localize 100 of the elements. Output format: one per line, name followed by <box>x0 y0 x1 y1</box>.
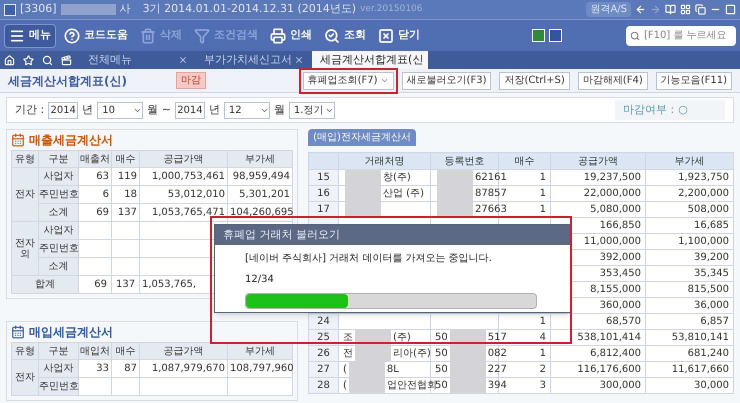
column-header: 공급가액 <box>140 150 228 168</box>
section-title: 매출세금계산서 <box>29 132 113 149</box>
calendar-icon <box>11 325 25 339</box>
table-cell: 1,053,765,471 <box>140 204 228 222</box>
star-icon[interactable] <box>23 54 34 66</box>
period-label: 기간 : <box>15 102 44 118</box>
grid-icon[interactable] <box>680 4 691 15</box>
header-button[interactable]: 새로불러오기(F3) <box>402 72 492 90</box>
row-label: 주민번호 <box>38 186 78 204</box>
text-fragment: ( <box>343 363 347 377</box>
year-field[interactable]: 2014 <box>174 102 205 118</box>
row-number: 28 <box>308 378 338 394</box>
close-icon[interactable] <box>294 55 304 65</box>
text-fragment: 62161 <box>475 171 507 185</box>
status-badge: 마감 <box>176 72 206 89</box>
table-cell: 6 <box>78 186 112 204</box>
redacted-block <box>60 4 116 15</box>
text-fragment: (주) <box>393 331 411 345</box>
table-cell: 137 <box>112 204 140 222</box>
tab[interactable]: 부가가치세신고서 <box>196 51 312 69</box>
group-label: 전자 <box>12 168 38 222</box>
group-label: 전자 <box>12 360 38 396</box>
table-cell <box>78 222 112 240</box>
help-icon <box>64 28 80 44</box>
table-cell: 98,959,494 <box>228 168 292 186</box>
toolbar-button[interactable]: 코드도움 <box>60 24 132 48</box>
month-select[interactable]: 10 <box>97 102 144 118</box>
table-cell: 1,000,753,461 <box>140 168 228 186</box>
row-label: 주민번호 <box>38 378 78 396</box>
month-select[interactable]: 12 <box>224 102 270 118</box>
closing-status-value: ○ <box>678 102 688 118</box>
trash-icon <box>140 28 156 44</box>
text-fragment: 리아(주) <box>393 347 431 361</box>
text-fragment: 전 <box>343 347 353 361</box>
tab[interactable]: 전체메뉴 <box>80 51 196 69</box>
search-icon[interactable] <box>42 54 53 66</box>
group-label: 전자외 <box>12 222 38 276</box>
arrow-left-icon[interactable] <box>635 4 646 15</box>
table-cell <box>228 378 292 396</box>
dialog-title: 휴폐업 거래처 불러오기 <box>215 225 570 245</box>
book-icon[interactable] <box>665 4 676 15</box>
table-cell: 69 <box>78 276 112 294</box>
app-logo-icon <box>4 4 16 16</box>
text-fragment: 8L <box>386 363 399 377</box>
windows-icon[interactable] <box>695 4 706 15</box>
progress-count: 12/34 <box>245 273 275 287</box>
table-cell <box>78 378 112 396</box>
text-fragment: ( <box>343 379 347 393</box>
unit-label: 월 <box>274 102 285 118</box>
table-cell: 87 <box>112 360 140 378</box>
closing-status-label: 마감여부 : <box>623 102 674 118</box>
text-fragment: 창(주) <box>383 171 411 185</box>
calendar-icon <box>11 133 25 147</box>
text-fragment: 517 <box>488 331 507 345</box>
text-fragment: 산업 (주) <box>383 187 424 201</box>
header-button[interactable]: 마감해제(F4) <box>578 72 648 90</box>
document-icon[interactable] <box>549 29 562 42</box>
year-field[interactable]: 2014 <box>48 102 78 118</box>
row-label: 소계 <box>38 258 78 276</box>
text-fragment: 27663 <box>475 203 507 217</box>
tab[interactable]: 세금계산서합계표(신 <box>312 51 428 69</box>
row-number: 15 <box>308 170 338 186</box>
maximize-icon[interactable] <box>725 4 736 15</box>
section-title: 매입세금계산서 <box>29 324 113 341</box>
table-cell: 18 <box>112 186 140 204</box>
tab-label: 세금계산서합계표(신 <box>320 52 424 68</box>
table-cell: 1,087,979,670 <box>140 360 228 378</box>
table-cell: 108,797,960 <box>228 360 292 378</box>
toolbar-button[interactable]: 메뉴 <box>4 24 56 48</box>
spreadsheet-icon[interactable] <box>532 29 545 42</box>
column-header: 공급가액 <box>550 152 646 170</box>
search-field[interactable]: [F10] 를 누르세요 <box>626 26 736 46</box>
company-name: 사 <box>120 1 131 18</box>
toolbar-button[interactable]: 닫기 <box>374 24 424 48</box>
menu-icon <box>9 28 25 44</box>
clapperboard-icon[interactable] <box>61 54 72 66</box>
table-cell <box>112 258 140 276</box>
unit-label: 월 ~ <box>147 102 171 118</box>
row-label: 주민번호 <box>38 240 78 258</box>
toolbar-button[interactable]: 조회 <box>320 24 370 48</box>
header-button[interactable]: 저장(Ctrl+S) <box>499 72 570 90</box>
text-fragment: 50 <box>435 363 448 377</box>
close-icon <box>378 28 394 44</box>
text-fragment: 50 <box>435 331 448 345</box>
close-icon[interactable] <box>178 55 188 65</box>
company-code: [3306] <box>20 1 57 18</box>
column-header: 부가세 <box>646 152 734 170</box>
month-select[interactable]: 1.정기 <box>288 102 335 118</box>
column-header: 유형 <box>12 342 38 360</box>
search-icon <box>630 30 640 42</box>
table-cell: 300,000 <box>550 378 646 394</box>
table-cell <box>112 240 140 258</box>
row-label: 사업자 <box>38 222 78 240</box>
row-number: 27 <box>308 362 338 378</box>
toolbar-button[interactable]: 인쇄 <box>266 24 316 48</box>
filter-icon <box>194 28 210 44</box>
home-icon[interactable] <box>4 54 15 66</box>
header-button[interactable]: 기능모음(F11) <box>656 72 732 90</box>
header-button[interactable]: 휴폐업조회(F7) <box>302 72 394 90</box>
row-label: 사업자 <box>38 360 78 378</box>
